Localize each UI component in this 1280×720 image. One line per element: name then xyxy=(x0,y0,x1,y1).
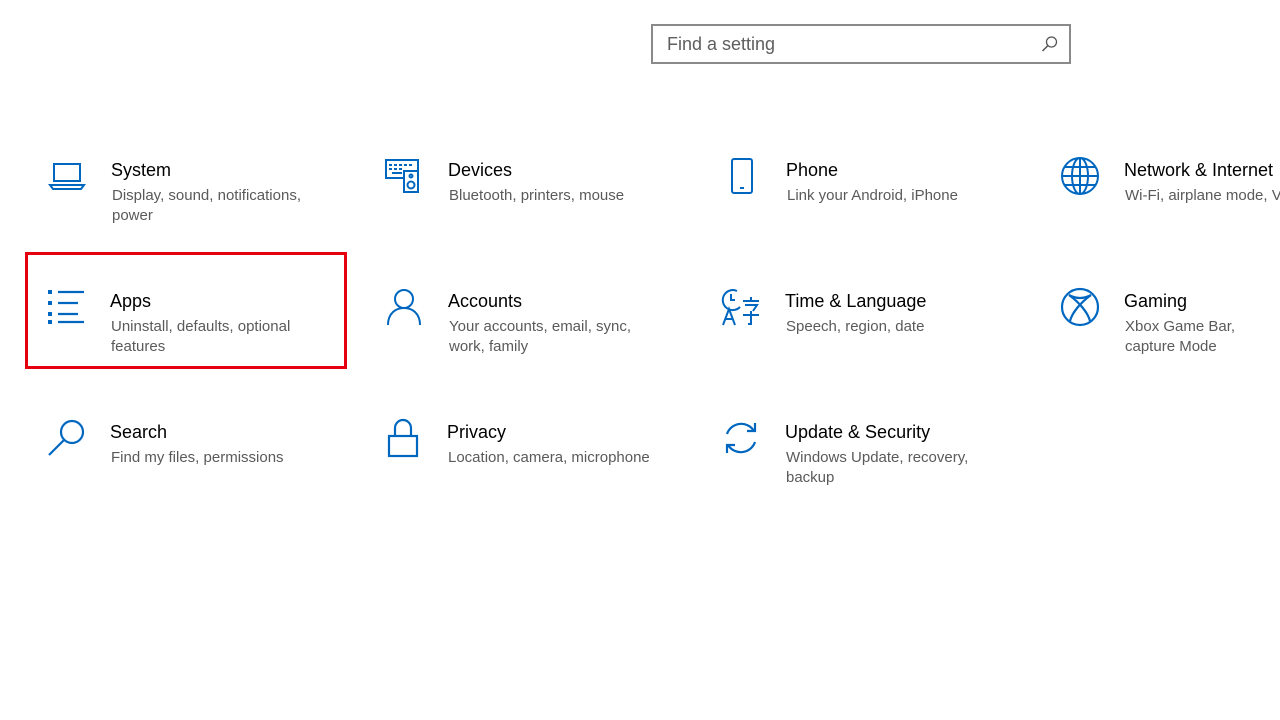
tile-description: Link your Android, iPhone xyxy=(787,187,958,204)
tile-gaming[interactable]: Gaming Xbox Game Bar, capture Mode xyxy=(1040,267,1280,380)
apps-list-icon xyxy=(46,287,86,327)
tile-title: Apps xyxy=(110,291,152,311)
search-box[interactable] xyxy=(651,24,1071,64)
tile-system[interactable]: System Display, sound, notifications, po… xyxy=(27,136,345,249)
tile-title: Gaming xyxy=(1124,291,1188,311)
tile-description: Location, camera, microphone xyxy=(448,449,650,466)
person-icon xyxy=(384,287,424,327)
tile-title: Accounts xyxy=(448,291,523,311)
tile-update-security[interactable]: Update & Security Windows Update, recove… xyxy=(701,398,1019,511)
tile-accounts[interactable]: Accounts Your accounts, email, sync, wor… xyxy=(364,267,682,380)
tile-privacy[interactable]: Privacy Location, camera, microphone xyxy=(363,398,681,511)
xbox-icon xyxy=(1060,287,1100,327)
tile-title: Search xyxy=(110,422,168,442)
time-language-icon xyxy=(721,287,761,327)
tile-apps[interactable]: Apps Uninstall, defaults, optional featu… xyxy=(26,267,344,380)
tile-description: Display, sound, notifications, power xyxy=(112,187,301,224)
tile-phone[interactable]: Phone Link your Android, iPhone xyxy=(702,136,1020,249)
tile-title: Privacy xyxy=(447,422,507,442)
tile-description: Speech, region, date xyxy=(786,318,925,335)
keyboard-speaker-icon xyxy=(384,156,424,196)
search-input[interactable] xyxy=(653,26,1033,62)
tile-title: Network & Internet xyxy=(1124,160,1274,180)
tile-title: System xyxy=(111,160,172,180)
tile-title: Phone xyxy=(786,160,839,180)
tile-search[interactable]: Search Find my files, permissions xyxy=(26,398,344,511)
tile-description: Your accounts, email, sync, work, family xyxy=(449,318,632,355)
tile-devices[interactable]: Devices Bluetooth, printers, mouse xyxy=(364,136,682,249)
tile-description: Find my files, permissions xyxy=(111,449,284,466)
lock-icon xyxy=(383,418,423,458)
tile-title: Devices xyxy=(448,160,513,180)
tile-description: Xbox Game Bar, capture Mode xyxy=(1125,318,1236,355)
magnifier-icon xyxy=(46,418,86,458)
tile-description: Windows Update, recovery, backup xyxy=(786,449,969,486)
phone-icon xyxy=(722,156,762,196)
search-icon[interactable] xyxy=(1041,35,1059,53)
laptop-icon xyxy=(47,156,87,196)
tile-description: Wi-Fi, airplane mode, V xyxy=(1125,187,1280,204)
tile-network[interactable]: Network & Internet Wi-Fi, airplane mode,… xyxy=(1040,136,1280,249)
tile-time-language[interactable]: Time & Language Speech, region, date xyxy=(701,267,1019,380)
tile-title: Update & Security xyxy=(785,422,931,442)
tile-title: Time & Language xyxy=(785,291,927,311)
globe-icon xyxy=(1060,156,1100,196)
tile-description: Uninstall, defaults, optional features xyxy=(111,318,291,355)
sync-arrows-icon xyxy=(721,418,761,458)
tile-description: Bluetooth, printers, mouse xyxy=(449,187,625,204)
